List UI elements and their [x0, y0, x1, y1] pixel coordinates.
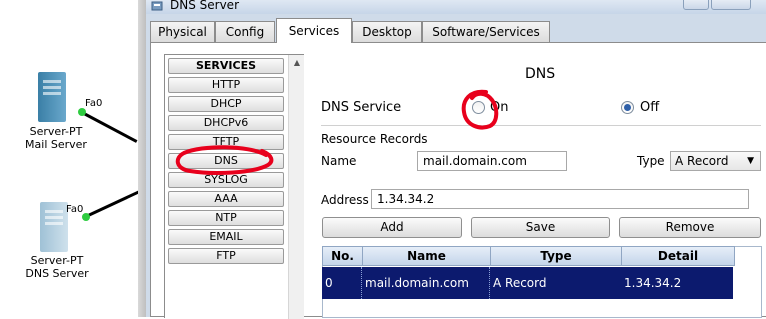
tab-config[interactable]: Config: [215, 21, 275, 42]
canvas-divider: [138, 0, 146, 317]
service-email[interactable]: EMAIL: [168, 229, 284, 245]
node-name-label: DNS Server: [25, 267, 89, 280]
app-icon: [151, 0, 163, 12]
service-ftp[interactable]: FTP: [168, 248, 284, 264]
tab-services[interactable]: Services: [276, 18, 352, 43]
type-select-value: A Record: [675, 154, 729, 168]
column-header-type[interactable]: Type: [491, 247, 622, 265]
services-scrollbar[interactable]: ▲: [288, 55, 304, 319]
resource-records-label: Resource Records: [321, 132, 428, 146]
name-label: Name: [321, 154, 357, 168]
services-header: SERVICES: [168, 58, 284, 74]
scroll-up-icon[interactable]: ▲: [289, 55, 305, 71]
cell-name: mail.domain.com: [362, 267, 490, 299]
remove-button[interactable]: Remove: [619, 217, 761, 238]
service-dhcpv6[interactable]: DHCPv6: [168, 115, 284, 131]
cell-detail: 1.34.34.2: [624, 276, 682, 290]
dns-off-radio[interactable]: [621, 101, 634, 114]
column-header-no[interactable]: No.: [323, 247, 363, 265]
link-dns-server[interactable]: [85, 188, 143, 218]
chevron-down-icon: ▼: [747, 156, 754, 166]
link-status-dot: [78, 108, 86, 116]
dns-off-label[interactable]: Off: [640, 100, 659, 115]
type-select[interactable]: A Record ▼: [670, 151, 761, 171]
address-label: Address: [321, 193, 369, 207]
topology-canvas[interactable]: Fa0 Server-PT Mail Server Fa0 Server-PT …: [0, 0, 150, 317]
dns-on-radio[interactable]: [472, 101, 485, 114]
mail-server-node[interactable]: [38, 72, 68, 122]
save-button[interactable]: Save: [471, 217, 610, 238]
dns-service-label: DNS Service: [321, 100, 402, 115]
column-header-detail[interactable]: Detail: [622, 247, 734, 265]
service-dns[interactable]: DNS: [168, 153, 284, 169]
close-button[interactable]: [711, 0, 751, 10]
server-icon: [40, 202, 68, 252]
column-header-name[interactable]: Name: [363, 247, 491, 265]
name-input[interactable]: mail.domain.com: [417, 151, 567, 171]
address-input[interactable]: 1.34.34.2: [371, 189, 749, 209]
add-button[interactable]: Add: [322, 217, 462, 238]
node-name-label: Mail Server: [25, 138, 87, 151]
service-http[interactable]: HTTP: [168, 77, 284, 93]
service-ntp[interactable]: NTP: [168, 210, 284, 226]
dns-on-label[interactable]: On: [490, 100, 508, 115]
service-syslog[interactable]: SYSLOG: [168, 172, 284, 188]
minimize-button[interactable]: [683, 0, 709, 10]
cell-type: A Record: [493, 276, 547, 290]
section-divider: [321, 125, 761, 126]
service-aaa[interactable]: AAA: [168, 191, 284, 207]
services-panel: SERVICES HTTP DHCP DHCPv6 TFTP DNS SYSLO…: [150, 42, 766, 319]
server-icon: [38, 72, 66, 122]
tab-physical[interactable]: Physical: [150, 21, 215, 42]
tab-software-services[interactable]: Software/Services: [422, 21, 550, 42]
table-row[interactable]: 0 mail.domain.com A Record 1.34.34.2: [322, 267, 733, 299]
dns-section-title: DNS: [525, 66, 556, 82]
window-title: DNS Server: [170, 0, 239, 12]
port-label: Fa0: [85, 98, 103, 109]
services-list: SERVICES HTTP DHCP DHCPv6 TFTP DNS SYSLO…: [164, 54, 304, 319]
table-header: No. Name Type Detail: [322, 246, 735, 266]
node-type-label: Server-PT: [29, 125, 83, 138]
tab-desktop[interactable]: Desktop: [352, 21, 422, 42]
title-bar[interactable]: DNS Server: [146, 0, 766, 14]
type-label: Type: [637, 154, 665, 168]
port-label: Fa0: [66, 204, 84, 215]
service-tftp[interactable]: TFTP: [168, 134, 284, 150]
node-type-label: Server-PT: [30, 254, 84, 267]
cell-no: 0: [322, 267, 362, 299]
service-dhcp[interactable]: DHCP: [168, 96, 284, 112]
dns-server-window: DNS Server Physical Config Services Desk…: [146, 0, 766, 319]
